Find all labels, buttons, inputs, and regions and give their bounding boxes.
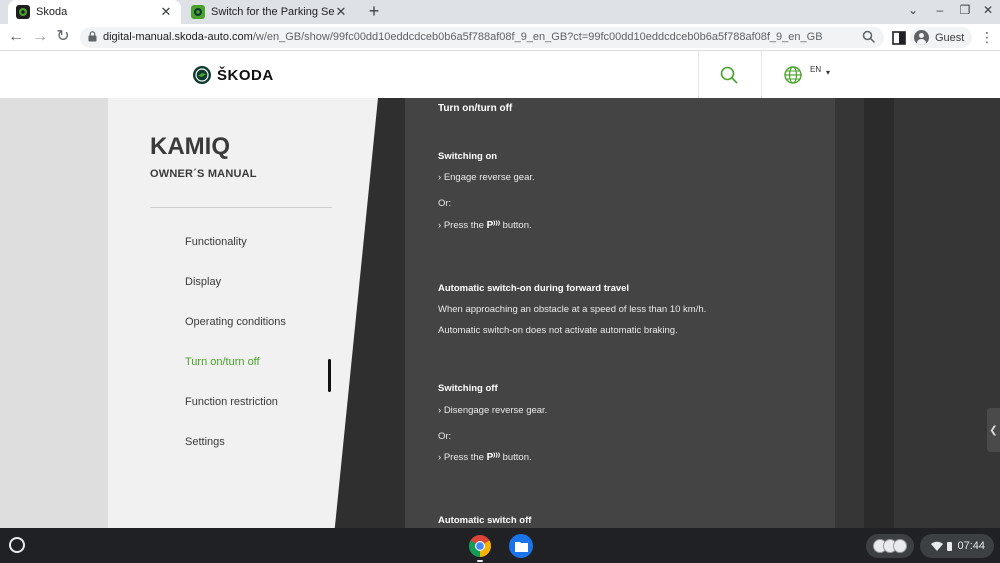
close-tab-icon[interactable]: ✕: [159, 4, 173, 20]
step-text: Disengage reverse gear.: [443, 405, 548, 416]
lock-icon: [88, 31, 97, 42]
language-label[interactable]: EN: [810, 65, 821, 74]
holding-space-icon[interactable]: [866, 534, 914, 558]
or-label: Or:: [438, 198, 452, 209]
brand-wordmark: ŠKODA: [217, 66, 274, 84]
tab-strip: Skoda ✕ Switch for the Parking Sensors S…: [0, 0, 1000, 24]
skoda-favicon-icon: [191, 5, 205, 19]
reload-icon[interactable]: ↻: [53, 28, 73, 48]
step-text: Press the: [443, 220, 484, 231]
browser-toolbar: ← → ↻ digital-manual.skoda-auto.com/w/en…: [0, 24, 1000, 51]
zoom-icon[interactable]: [862, 30, 876, 44]
tab-parking-sensors[interactable]: Switch for the Parking Sensors S ✕: [183, 0, 356, 24]
menu-icon[interactable]: ⋮: [980, 29, 994, 46]
chevron-down-icon[interactable]: ▾: [826, 68, 830, 77]
running-indicator: [477, 560, 483, 562]
status-tray[interactable]: 07:44: [920, 534, 994, 558]
sidebar-item-function-restriction[interactable]: Function restriction: [185, 396, 278, 408]
parking-symbol-waves: ⁾⁾⁾: [492, 220, 501, 231]
sidebar-scroll-indicator[interactable]: [328, 359, 331, 392]
switching-off-heading: Switching off: [438, 383, 498, 394]
close-window-icon[interactable]: ✕: [978, 3, 998, 17]
skoda-logo[interactable]: ŠKODA: [193, 66, 274, 84]
parking-sensor-button-icon: P⁾⁾⁾: [487, 220, 501, 231]
clock-time: 07:44: [957, 540, 985, 552]
tab-skoda[interactable]: Skoda ✕: [8, 0, 181, 24]
or-label: Or:: [438, 431, 452, 442]
back-icon[interactable]: ←: [6, 28, 26, 48]
tab-search-icon[interactable]: ⌄: [903, 3, 923, 17]
url-host: digital-manual.skoda-auto.com: [103, 31, 253, 43]
globe-icon[interactable]: [783, 65, 803, 85]
step-item: › Press the P⁾⁾⁾ button.: [438, 452, 532, 463]
step-item: › Disengage reverse gear.: [438, 405, 547, 416]
launcher-icon[interactable]: [9, 537, 25, 553]
sidebar-item-display[interactable]: Display: [185, 276, 221, 288]
auto-on-text: When approaching an obstacle at a speed …: [438, 304, 707, 315]
switching-on-heading: Switching on: [438, 151, 498, 162]
sidebar-item-settings[interactable]: Settings: [185, 436, 225, 448]
profile-label: Guest: [935, 31, 965, 44]
step-text: Engage reverse gear.: [443, 172, 535, 183]
manual-subtitle: OWNER´S MANUAL: [150, 168, 257, 180]
search-icon[interactable]: [719, 65, 739, 85]
wifi-icon: [931, 541, 944, 551]
forward-icon[interactable]: →: [30, 28, 50, 48]
files-app-icon[interactable]: [509, 534, 533, 558]
sidebar-panel: [108, 98, 378, 528]
header-divider: [698, 51, 699, 98]
sidebar-item-turn-on-off[interactable]: Turn on/turn off: [185, 356, 260, 368]
tab-title: Skoda: [36, 6, 68, 18]
parking-sensor-button-icon: P⁾⁾⁾: [487, 452, 501, 463]
new-tab-button[interactable]: +: [364, 2, 384, 22]
site-header: ŠKODA EN ▾: [0, 51, 1000, 98]
step-text: button.: [502, 452, 532, 463]
url-path: /w/en_GB/show/99fc00dd10eddcdceb0b6a5f78…: [252, 31, 823, 43]
parking-symbol-waves: ⁾⁾⁾: [492, 452, 501, 463]
restore-icon[interactable]: ❐: [955, 3, 975, 17]
tab-title: Switch for the Parking Sensors S: [211, 6, 334, 18]
step-text: Press the: [443, 452, 484, 463]
header-divider: [761, 51, 762, 98]
right-backdrop-strip: [864, 98, 894, 528]
left-backdrop: [0, 98, 112, 528]
minimize-icon[interactable]: –: [930, 3, 950, 17]
url-text: digital-manual.skoda-auto.com/w/en_GB/sh…: [103, 31, 823, 43]
manual-title: KAMIQ: [150, 133, 230, 160]
sidebar-item-operating-conditions[interactable]: Operating conditions: [185, 316, 286, 328]
auto-on-heading: Automatic switch-on during forward trave…: [438, 283, 630, 294]
auto-off-heading: Automatic switch off: [438, 515, 532, 526]
avatar-icon: [914, 30, 929, 45]
section-title: Turn on/turn off: [438, 103, 513, 114]
os-shelf: 07:44: [0, 528, 1000, 563]
address-bar[interactable]: digital-manual.skoda-auto.com/w/en_GB/sh…: [80, 27, 884, 48]
skoda-favicon-icon: [16, 5, 30, 19]
auto-on-text: Automatic switch-on does not activate au…: [438, 325, 678, 336]
chevron-left-icon[interactable]: ❮: [987, 408, 1000, 452]
sidebar-divider: [150, 207, 332, 208]
sidebar-item-functionality[interactable]: Functionality: [185, 236, 247, 248]
skoda-emblem-icon: [193, 66, 211, 84]
step-item: › Press the P⁾⁾⁾ button.: [438, 220, 532, 231]
right-backdrop: [835, 98, 1000, 528]
profile-button[interactable]: Guest: [910, 27, 973, 48]
chrome-app-icon[interactable]: [468, 534, 492, 558]
step-item: › Engage reverse gear.: [438, 172, 535, 183]
step-text: button.: [502, 220, 532, 231]
battery-icon: [947, 541, 953, 551]
close-tab-icon[interactable]: ✕: [334, 4, 348, 20]
side-panel-icon[interactable]: [890, 29, 908, 47]
